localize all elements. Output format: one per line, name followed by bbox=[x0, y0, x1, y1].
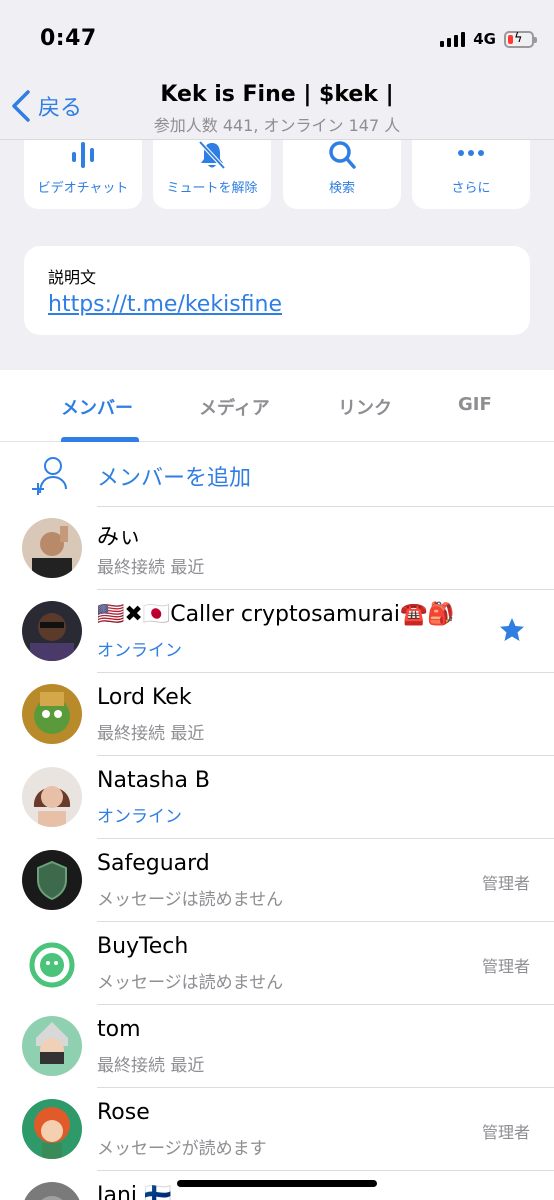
status-time: 0:47 bbox=[40, 26, 97, 51]
more-button[interactable]: さらに bbox=[412, 140, 530, 209]
avatar bbox=[22, 684, 82, 744]
member-name: 🇺🇸✖🇯🇵Caller cryptosamurai☎️🎒 bbox=[97, 602, 455, 627]
member-row[interactable]: 🇺🇸✖🇯🇵Caller cryptosamurai☎️🎒 オンライン bbox=[0, 590, 554, 673]
member-name: Lord Kek bbox=[97, 685, 192, 710]
search-label: 検索 bbox=[328, 181, 355, 196]
member-row[interactable]: Natasha B オンライン bbox=[0, 756, 554, 839]
status-bar: 0:47 4G ϟ bbox=[0, 0, 554, 72]
avatar bbox=[22, 518, 82, 578]
member-name: tom bbox=[97, 1017, 141, 1042]
tab-media[interactable]: メディア bbox=[199, 394, 270, 420]
more-dots-icon bbox=[458, 150, 484, 156]
avatar bbox=[22, 1016, 82, 1076]
home-indicator bbox=[177, 1180, 377, 1187]
member-row[interactable]: BuyTech メッセージは読めません 管理者 bbox=[0, 922, 554, 1005]
video-chat-label: ビデオチャット bbox=[37, 181, 129, 196]
add-member-button[interactable]: メンバーを追加 bbox=[0, 443, 554, 507]
more-label: さらに bbox=[451, 181, 491, 196]
avatar bbox=[22, 767, 82, 827]
member-status: メッセージが読めます bbox=[97, 1139, 267, 1159]
add-person-icon bbox=[32, 457, 67, 495]
tab-bar: メンバー メディア リンク GIF bbox=[0, 370, 554, 442]
member-name: Rose bbox=[97, 1100, 150, 1125]
avatar bbox=[22, 850, 82, 910]
avatar bbox=[22, 1182, 82, 1200]
member-status: 最終接続 最近 bbox=[97, 724, 205, 744]
tab-links[interactable]: リンク bbox=[338, 394, 392, 420]
unmute-label: ミュートを解除 bbox=[166, 181, 258, 196]
battery-icon: ϟ bbox=[504, 30, 537, 48]
member-role-badge: 管理者 bbox=[481, 1123, 530, 1142]
member-row[interactable]: tom 最終接続 最近 bbox=[0, 1005, 554, 1088]
member-status: 最終接続 最近 bbox=[97, 1056, 205, 1076]
member-row[interactable]: Rose メッセージが読めます 管理者 bbox=[0, 1088, 554, 1171]
bell-slash-icon bbox=[198, 140, 226, 170]
star-icon bbox=[500, 618, 524, 641]
member-name: Safeguard bbox=[97, 851, 210, 876]
member-status: オンライン bbox=[97, 807, 182, 827]
member-row[interactable]: みぃ 最終接続 最近 bbox=[0, 507, 554, 590]
status-indicators: 4G ϟ bbox=[440, 30, 537, 48]
search-button[interactable]: 検索 bbox=[283, 140, 401, 209]
member-status: メッセージは読めません bbox=[97, 890, 284, 910]
member-role-badge: 管理者 bbox=[481, 957, 530, 976]
description-label: 説明文 bbox=[48, 268, 97, 287]
voice-waveform-icon bbox=[72, 142, 94, 168]
description-link[interactable]: https://t.me/kekisfine bbox=[48, 292, 282, 317]
member-status: 最終接続 最近 bbox=[97, 558, 205, 578]
tab-gif[interactable]: GIF bbox=[458, 394, 492, 415]
signal-icon bbox=[440, 31, 466, 47]
unmute-button[interactable]: ミュートを解除 bbox=[153, 140, 271, 209]
active-tab-indicator bbox=[61, 437, 139, 442]
member-row[interactable]: Safeguard メッセージは読めません 管理者 bbox=[0, 839, 554, 922]
member-status: オンライン bbox=[97, 641, 182, 661]
avatar bbox=[22, 933, 82, 993]
avatar bbox=[22, 601, 82, 661]
member-status: メッセージは読めません bbox=[97, 973, 284, 993]
nav-bar: 戻る Kek is Fine | $kek | 参加人数 441, オンライン … bbox=[0, 72, 554, 140]
video-chat-button[interactable]: ビデオチャット bbox=[24, 140, 142, 209]
action-buttons: ビデオチャット ミュートを解除 検索 さらに bbox=[24, 140, 530, 209]
member-name: Natasha B bbox=[97, 768, 211, 793]
search-icon bbox=[329, 141, 356, 169]
member-name: Jani 🇫🇮 bbox=[97, 1183, 172, 1200]
network-label: 4G bbox=[473, 30, 496, 48]
member-name: BuyTech bbox=[97, 934, 189, 959]
member-name: みぃ bbox=[97, 525, 142, 550]
avatar bbox=[22, 1099, 82, 1159]
chat-title[interactable]: Kek is Fine | $kek | bbox=[0, 82, 554, 107]
add-member-label: メンバーを追加 bbox=[97, 466, 252, 491]
description-card: 説明文 https://t.me/kekisfine bbox=[24, 246, 530, 335]
member-role-badge: 管理者 bbox=[481, 874, 530, 893]
tab-members[interactable]: メンバー bbox=[61, 394, 133, 420]
chat-subtitle: 参加人数 441, オンライン 147 人 bbox=[153, 116, 401, 135]
member-row[interactable]: Lord Kek 最終接続 最近 bbox=[0, 673, 554, 756]
